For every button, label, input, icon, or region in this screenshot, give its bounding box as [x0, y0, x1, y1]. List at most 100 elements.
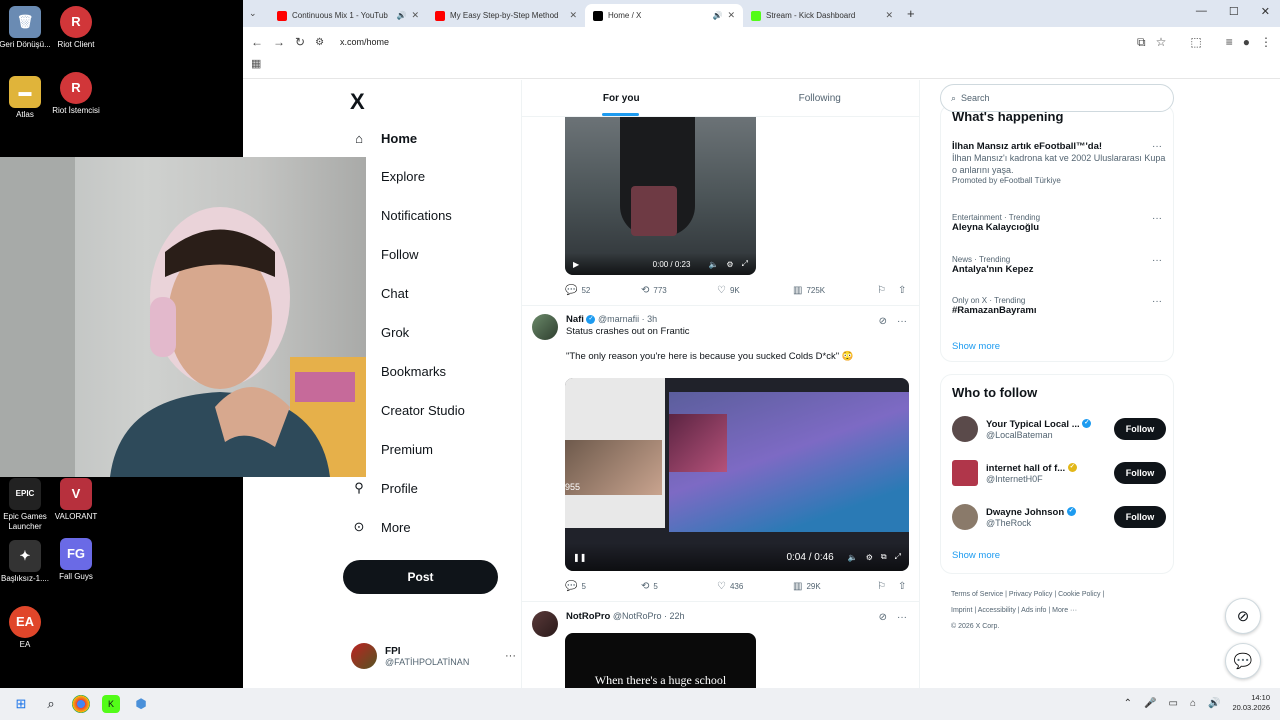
grok-fab[interactable]: ⊘	[1225, 598, 1261, 634]
reply-button[interactable]: 💬 5	[565, 581, 641, 592]
profile-icon[interactable]: ●	[1243, 35, 1250, 49]
bookmark-icon[interactable]: ⚐	[877, 285, 886, 296]
trend-item[interactable]: Only on X · Trending #RamazanBayramı ···	[952, 296, 1166, 316]
install-icon[interactable]: ⧉	[1137, 35, 1146, 50]
follow-button[interactable]: Follow	[1114, 418, 1166, 440]
like-button[interactable]: ♡ 9K	[717, 285, 793, 296]
trend-item-promoted[interactable]: İlhan Mansız artık eFootball™'da! İlhan …	[952, 141, 1166, 185]
share-icon[interactable]: ⇧	[898, 285, 906, 296]
chevron-up-icon[interactable]: ⌃	[1124, 698, 1132, 709]
bookmark-icon[interactable]: ⚐	[877, 581, 886, 592]
video-player[interactable]: ▶ 0:00 / 0:23 🔈 ⚙ ⤢	[565, 116, 756, 275]
tweet-media[interactable]: When there's a huge school	[565, 633, 756, 688]
tab-youtube-method[interactable]: My Easy Step-by-Step Method ✕	[427, 4, 585, 27]
close-window-icon[interactable]: ✕	[1261, 5, 1270, 18]
repost-button[interactable]: ⟲ 5	[641, 581, 717, 592]
follow-suggestion[interactable]: internet hall of f... ✓ @InternetH0F Fol…	[952, 458, 1166, 488]
desktop-icon-riot-client[interactable]: R Riot Client	[46, 6, 106, 50]
nav-profile[interactable]: ⚲ Profile	[351, 480, 418, 496]
repost-button[interactable]: ⟲ 773	[641, 285, 717, 296]
kick-icon[interactable]: K	[102, 695, 120, 713]
nav-notifications[interactable]: Notifications	[381, 208, 452, 223]
follow-button[interactable]: Follow	[1114, 506, 1166, 528]
settings-icon[interactable]: ⚙	[726, 260, 733, 269]
tab-following[interactable]: Following	[721, 80, 920, 116]
nav-creator-studio[interactable]: Creator Studio	[381, 403, 465, 418]
volume-icon[interactable]: 🔊	[1208, 698, 1220, 709]
more-dots-icon[interactable]: ···	[897, 316, 907, 327]
close-tab-icon[interactable]: ✕	[885, 10, 893, 21]
new-tab-icon[interactable]: +	[907, 6, 915, 21]
nav-follow[interactable]: Follow	[381, 247, 419, 262]
bookmark-star-icon[interactable]: ☆	[1156, 35, 1167, 49]
avatar[interactable]	[532, 611, 558, 637]
pip-icon[interactable]: ⧉	[881, 552, 887, 562]
avatar[interactable]	[532, 314, 558, 340]
menu-icon[interactable]: ⋮	[1260, 35, 1272, 49]
minimize-icon[interactable]: —	[1196, 5, 1207, 18]
apps-grid-icon[interactable]: ▦	[251, 58, 261, 70]
clock[interactable]: 14:10 20.03.2026	[1232, 693, 1270, 713]
desktop-icon-riot-istemcisi[interactable]: R Riot İstemcisi	[46, 72, 106, 116]
nav-home[interactable]: ⌂ Home	[351, 130, 417, 146]
nav-explore[interactable]: Explore	[381, 169, 425, 184]
nav-chat[interactable]: Chat	[381, 286, 408, 301]
app-icon[interactable]: ⬢	[132, 695, 150, 713]
play-icon[interactable]: ▶	[573, 260, 579, 269]
grok-icon[interactable]: ⊘	[879, 316, 887, 327]
post-button[interactable]: Post	[343, 560, 498, 594]
close-tab-icon[interactable]: ✕	[727, 10, 735, 21]
nav-more[interactable]: ⊙ More	[351, 519, 411, 535]
follow-suggestion[interactable]: Your Typical Local ... ✓ @LocalBateman F…	[952, 414, 1166, 444]
more-dots-icon[interactable]: ···	[897, 612, 907, 623]
messages-fab[interactable]: 💬	[1225, 643, 1261, 679]
follow-button[interactable]: Follow	[1114, 462, 1166, 484]
more-dots-icon[interactable]: ···	[1152, 213, 1162, 224]
search-icon[interactable]: ⌕	[42, 695, 60, 713]
more-dots-icon[interactable]: ···	[1152, 255, 1162, 266]
like-button[interactable]: ♡ 436	[717, 581, 793, 592]
desktop-icon-valorant[interactable]: V VALORANT	[46, 478, 106, 522]
grok-icon[interactable]: ⊘	[879, 612, 887, 623]
speaker-icon[interactable]: 🔊	[396, 11, 406, 20]
maximize-icon[interactable]: ☐	[1229, 5, 1239, 18]
video-player[interactable]: 955 ❚❚ 0:04 / 0:46 🔈 ⚙ ⧉ ⤢	[565, 378, 909, 571]
more-dots-icon[interactable]: ···	[505, 650, 516, 662]
site-info-icon[interactable]: ⚙	[315, 37, 324, 48]
windows-start-icon[interactable]: ⊞	[12, 695, 30, 713]
more-dots-icon[interactable]: ···	[1152, 296, 1162, 307]
close-tab-icon[interactable]: ✕	[569, 10, 577, 21]
nav-grok[interactable]: Grok	[381, 325, 409, 340]
tab-search-icon[interactable]: ⌄	[249, 8, 269, 19]
show-more-link[interactable]: Show more	[952, 550, 1000, 561]
share-icon[interactable]: ⇧	[898, 581, 906, 592]
url-field[interactable]: x.com/home	[334, 37, 1127, 47]
extensions-icon[interactable]: ⬚	[1190, 35, 1201, 49]
nav-premium[interactable]: Premium	[381, 442, 433, 457]
forward-icon[interactable]: →	[273, 35, 285, 49]
volume-icon[interactable]: 🔈	[848, 553, 858, 562]
tab-youtube-mix[interactable]: Continuous Mix 1 - YouTub 🔊 ✕	[269, 4, 427, 27]
back-icon[interactable]: ←	[251, 35, 263, 49]
display-icon[interactable]: ▭	[1169, 698, 1178, 709]
network-icon[interactable]: ⌂	[1190, 698, 1196, 709]
nav-bookmarks[interactable]: Bookmarks	[381, 364, 446, 379]
more-dots-icon[interactable]: ···	[1152, 141, 1162, 152]
chrome-icon[interactable]	[72, 695, 90, 713]
x-logo-icon[interactable]: X	[350, 89, 365, 115]
views-button[interactable]: ▥ 29K	[793, 581, 869, 592]
volume-icon[interactable]: 🔈	[708, 260, 718, 269]
search-input[interactable]: ⌕ Search	[940, 84, 1174, 112]
follow-suggestion[interactable]: Dwayne Johnson ✓ @TheRock Follow	[952, 502, 1166, 532]
tab-kick-dashboard[interactable]: Stream - Kick Dashboard ✕	[743, 4, 901, 27]
reload-icon[interactable]: ↻	[295, 35, 305, 49]
fullscreen-icon[interactable]: ⤢	[742, 259, 748, 269]
trend-item[interactable]: Entertainment · Trending Aleyna Kalaycıo…	[952, 213, 1166, 233]
tab-x-home[interactable]: Home / X 🔊 ✕	[585, 4, 743, 27]
trend-item[interactable]: News · Trending Antalya'nın Kepez ···	[952, 255, 1166, 275]
microphone-icon[interactable]: 🎤	[1144, 698, 1156, 709]
account-switcher[interactable]: FPI @FATİHPOLATİNAN ···	[351, 643, 516, 669]
close-tab-icon[interactable]: ✕	[411, 10, 419, 21]
fullscreen-icon[interactable]: ⤢	[895, 552, 901, 562]
media-icon[interactable]: ≡	[1226, 35, 1233, 49]
